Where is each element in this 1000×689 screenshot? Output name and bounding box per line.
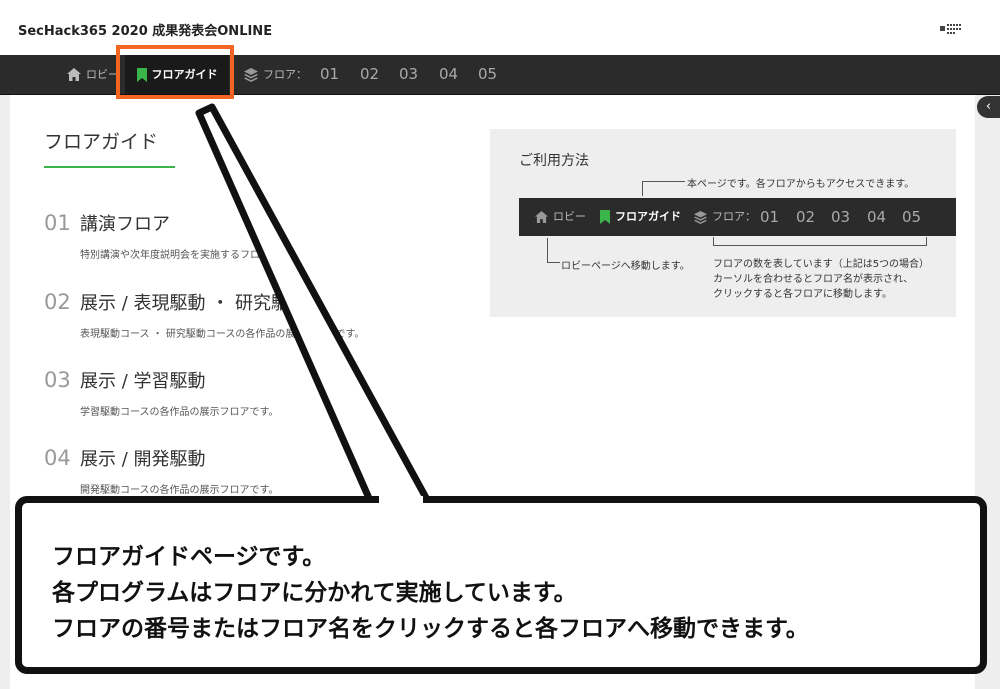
usage-help-title: ご利用方法 xyxy=(519,153,589,169)
example-nav-guide-label: フロアガイド xyxy=(615,210,681,223)
example-floor-01: 01 xyxy=(760,208,780,226)
callout-pointer-joint xyxy=(379,496,423,503)
example-nav-floor-label: フロア： xyxy=(694,198,756,236)
example-floor-03: 03 xyxy=(831,208,851,226)
nav-floor-05[interactable]: 05 xyxy=(478,55,497,94)
example-floor-04: 04 xyxy=(867,208,887,226)
floor-description: 表現駆動コース ・ 研究駆動コースの各作品の展示フロアです。 xyxy=(80,329,365,340)
page-margin-left xyxy=(0,95,10,689)
example-floor-02: 02 xyxy=(796,208,816,226)
floor-name[interactable]: 展示 / 表現駆動 ・ 研究駆動 xyxy=(80,293,307,314)
floor-description: 開発駆動コースの各作品の展示フロアです。 xyxy=(80,485,279,496)
usage-note-lobby: ロビーページへ移動します。 xyxy=(561,261,690,272)
floor-number: 03 xyxy=(44,368,71,392)
callout-line: フロアガイドページです。 xyxy=(52,544,326,570)
home-icon xyxy=(535,211,548,223)
usage-note-floors-line: カーソルを合わせるとフロア名が表示され、 xyxy=(713,274,914,285)
nav-lobby[interactable]: ロビー xyxy=(67,55,119,94)
floor-name[interactable]: 展示 / 開発駆動 xyxy=(80,449,206,470)
usage-nav-example: ロビー フロアガイド フロア： 01 02 03 04 05 xyxy=(519,198,956,236)
floor-number: 01 xyxy=(44,211,71,235)
floor-number: 04 xyxy=(44,446,71,470)
nav-floor-01[interactable]: 01 xyxy=(320,55,339,94)
chevron-left-icon: ‹ xyxy=(985,99,992,114)
heading-underline xyxy=(44,166,175,168)
annotation-bracket xyxy=(547,238,560,263)
nav-floor-03[interactable]: 03 xyxy=(399,55,418,94)
floor-list-item-03[interactable]: 03 展示 / 学習駆動 学習駆動コースの各作品の展示フロアです。 xyxy=(44,367,279,418)
example-nav-lobby-label: ロビー xyxy=(553,210,586,223)
layers-icon xyxy=(244,67,258,82)
floor-name[interactable]: 展示 / 学習駆動 xyxy=(80,371,206,392)
example-nav-guide: フロアガイド xyxy=(600,198,681,236)
annotation-bracket xyxy=(713,237,927,246)
example-floor-05: 05 xyxy=(902,208,922,226)
layers-icon xyxy=(694,210,707,224)
nav-lobby-label: ロビー xyxy=(86,68,119,81)
floor-list-item-04[interactable]: 04 展示 / 開発駆動 開発駆動コースの各作品の展示フロアです。 xyxy=(44,445,279,496)
callout-box: フロアガイドページです。 各プログラムはフロアに分かれて実施しています。 フロア… xyxy=(15,496,987,674)
floor-description: 学習駆動コースの各作品の展示フロアです。 xyxy=(80,407,279,418)
usage-note-guide: 本ページです。各フロアからもアクセスできます。 xyxy=(687,179,915,190)
usage-note-floors-line: クリックすると各フロアに移動します。 xyxy=(713,289,892,300)
floor-list-item-01[interactable]: 01 講演フロア 特別講演や次年度説明会を実施するフロアです。 xyxy=(44,210,299,261)
nav-floor-04[interactable]: 04 xyxy=(439,55,458,94)
floor-name[interactable]: 講演フロア xyxy=(80,214,170,235)
site-title[interactable]: SecHack365 2020 成果発表会ONLINE xyxy=(18,20,272,39)
dots-logo-icon xyxy=(940,22,964,34)
page-title: フロアガイド xyxy=(44,131,159,153)
example-nav-floor-text: フロア： xyxy=(712,210,756,223)
home-icon xyxy=(67,68,81,81)
usage-note-floors-line: フロアの数を表しています（上記は5つの場合） xyxy=(713,259,930,270)
sidebar-toggle-button[interactable]: ‹ xyxy=(977,96,1000,118)
highlight-frame xyxy=(116,45,234,99)
callout-line: 各プログラムはフロアに分かれて実施しています。 xyxy=(52,580,577,606)
nav-floor-label-text: フロア： xyxy=(263,68,307,81)
example-nav-lobby: ロビー xyxy=(535,198,586,236)
floor-list-item-02[interactable]: 02 展示 / 表現駆動 ・ 研究駆動 表現駆動コース ・ 研究駆動コースの各作品… xyxy=(44,289,364,340)
nav-floor-02[interactable]: 02 xyxy=(360,55,379,94)
bookmark-icon xyxy=(600,210,610,224)
annotation-bracket xyxy=(642,181,685,196)
callout-line: フロアの番号またはフロア名をクリックすると各フロアへ移動できます。 xyxy=(52,616,809,642)
usage-note-floors: フロアの数を表しています（上記は5つの場合） カーソルを合わせるとフロア名が表示… xyxy=(713,257,929,302)
nav-floor-label: フロア： xyxy=(244,55,307,94)
floor-description: 特別講演や次年度説明会を実施するフロアです。 xyxy=(80,250,299,261)
callout-text: フロアガイドページです。 各プログラムはフロアに分かれて実施しています。 フロア… xyxy=(52,539,809,647)
floor-number: 02 xyxy=(44,290,71,314)
